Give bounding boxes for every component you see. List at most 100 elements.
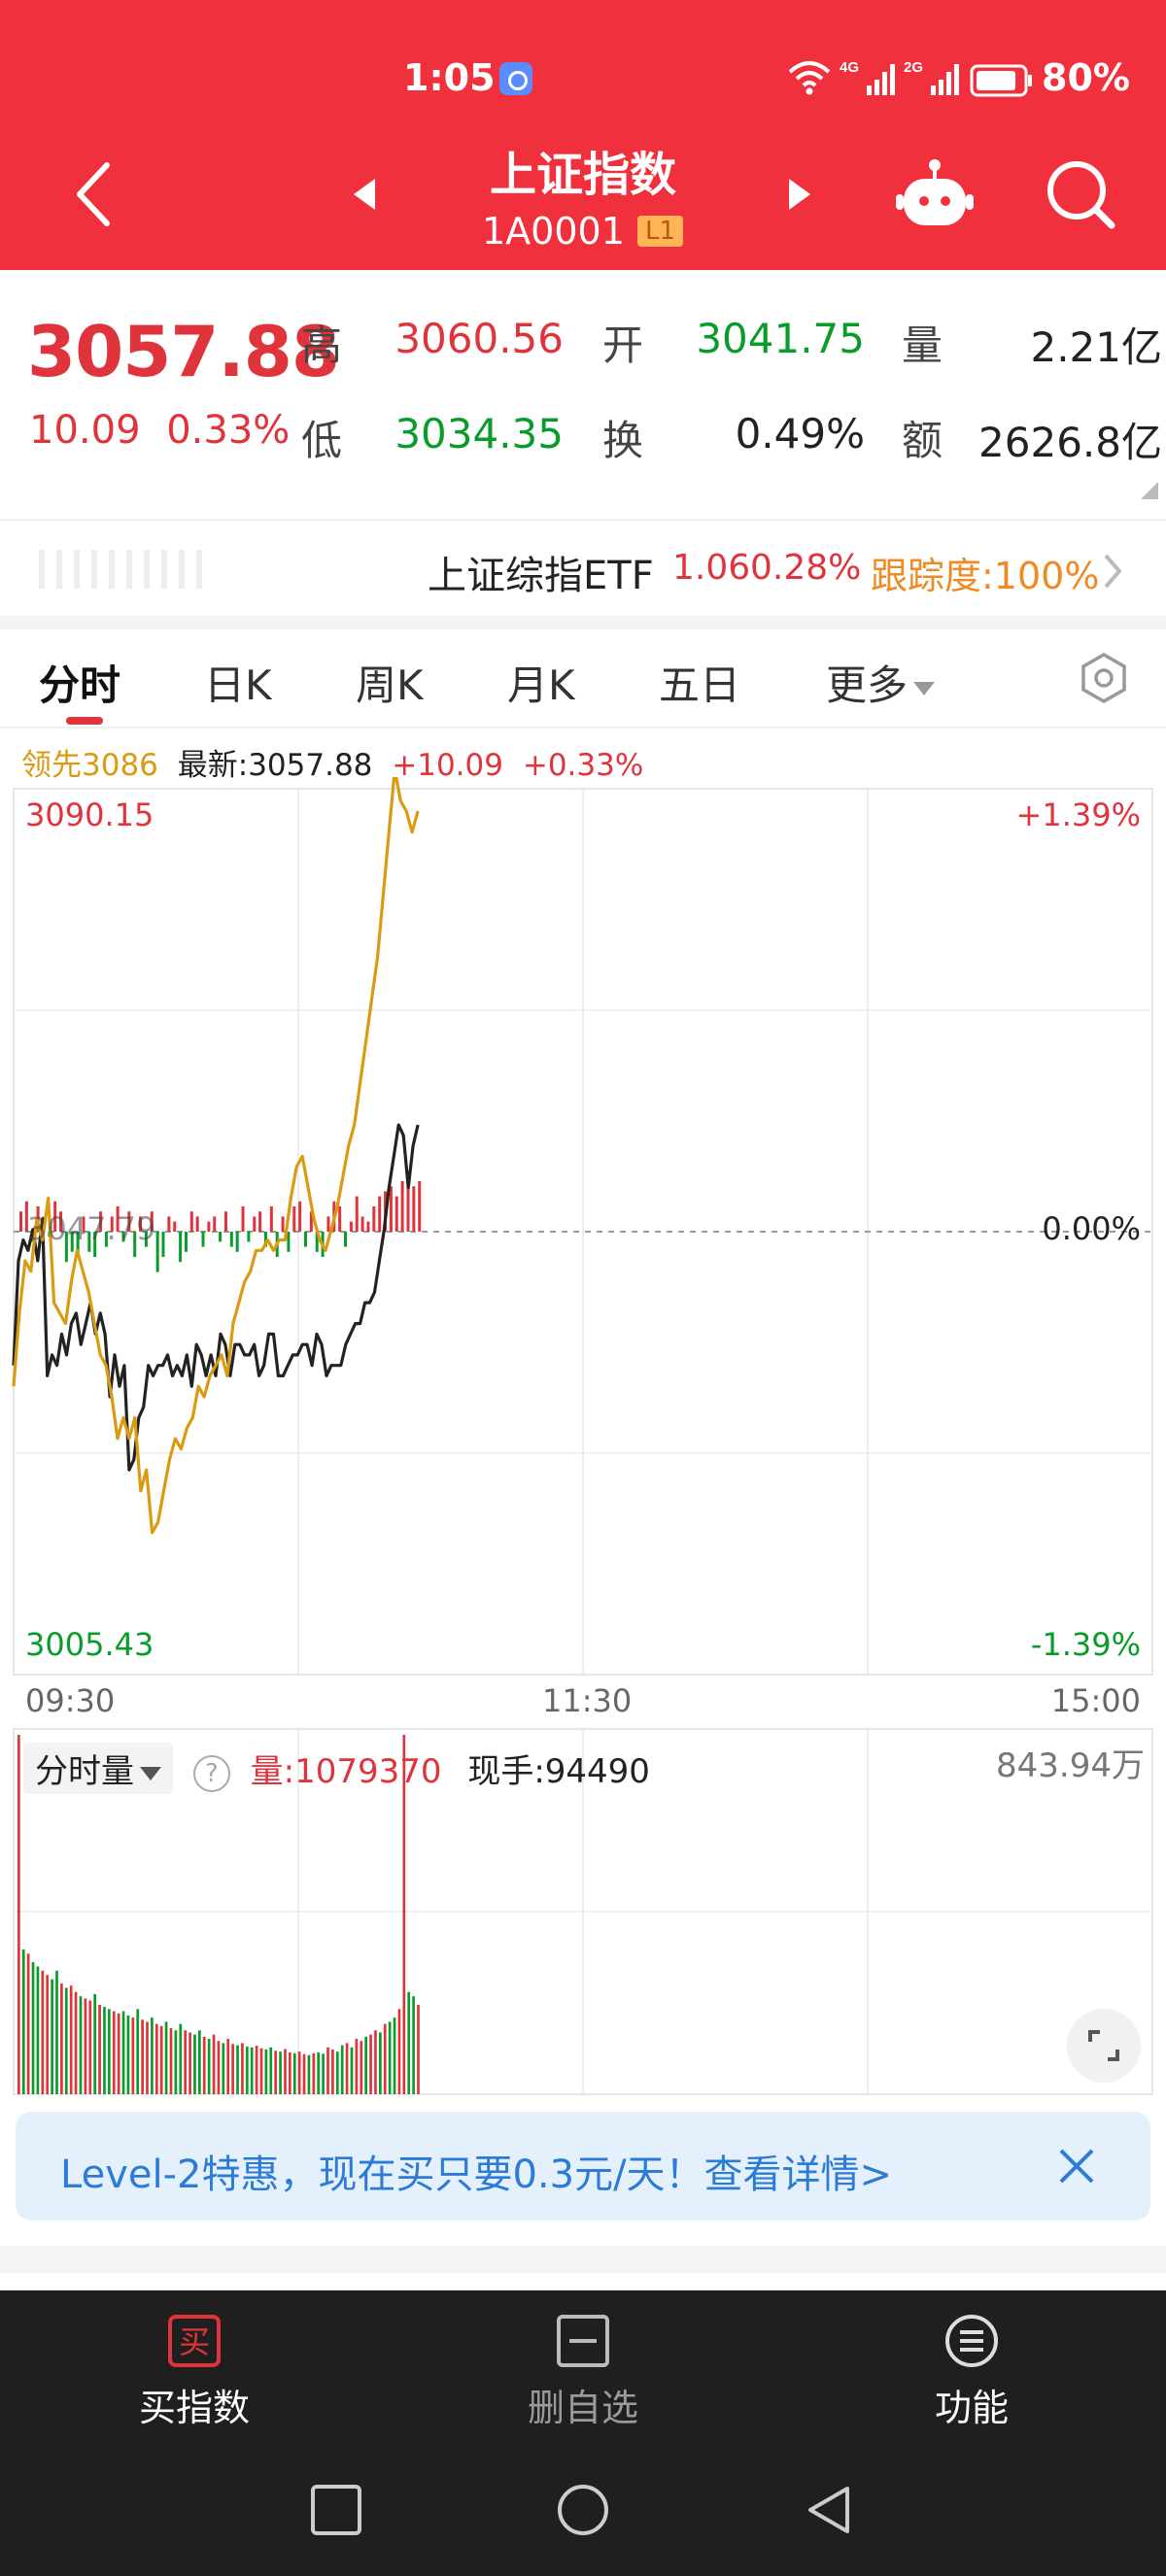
status-bar: 1:05 4G 2G 80% <box>0 51 1166 109</box>
trend-bar-28 <box>179 1232 183 1263</box>
trend-bar-36 <box>223 1211 227 1232</box>
price-change: 10.09 0.33% <box>29 408 290 453</box>
price-line <box>12 1123 420 1472</box>
tab-weekly-k[interactable]: 周K <box>356 653 424 712</box>
tab-intraday[interactable]: 分时 <box>39 653 120 712</box>
sync-icon <box>499 62 532 95</box>
status-time: 1:05 <box>403 56 496 99</box>
volume-bar-6 <box>46 1975 50 2094</box>
back-arrow-icon[interactable] <box>68 155 126 233</box>
remove-watchlist-button[interactable]: 删自选 <box>466 2314 700 2431</box>
robot-assistant-icon[interactable] <box>894 157 976 231</box>
fullscreen-icon[interactable] <box>1067 2009 1141 2083</box>
low-label: 低 <box>301 417 343 464</box>
trend-bar-25 <box>161 1232 165 1257</box>
etf-tracking: 跟踪度:100% <box>871 555 1100 597</box>
volume-bar-32 <box>169 2028 173 2094</box>
volume-bar-57 <box>289 2052 292 2094</box>
pct-max-label: +1.39% <box>1015 797 1141 833</box>
volume-bar-1 <box>21 1949 25 2094</box>
volume-bar-64 <box>322 2053 325 2094</box>
system-back-icon[interactable] <box>803 2483 857 2537</box>
tab-more[interactable]: 更多 <box>826 653 936 712</box>
volume-bar-42 <box>217 2041 221 2094</box>
promo-banner[interactable]: Level-2特惠，现在买只要0.3元/天！查看详情> <box>16 2112 1150 2220</box>
volume-bar-13 <box>79 1996 83 2094</box>
volume-bar-5 <box>41 1970 45 2094</box>
tab-five-day[interactable]: 五日 <box>659 653 740 712</box>
volume-selector-label: 分时量 <box>35 1752 134 1791</box>
trend-bar-34 <box>213 1216 217 1232</box>
volume-bar-61 <box>307 2054 311 2094</box>
trend-bar-26 <box>167 1216 171 1232</box>
close-icon[interactable] <box>1055 2145 1098 2187</box>
volume-bar-24 <box>131 2017 135 2094</box>
etf-row[interactable]: 上证综指ETF 1.06 0.28% 跟踪度:100% <box>0 519 1166 616</box>
turnover-label: 换 <box>602 417 644 464</box>
trend-bar-24 <box>155 1232 159 1272</box>
expand-corner-icon[interactable] <box>1141 482 1158 499</box>
next-stock-icon[interactable] <box>785 175 814 214</box>
volume-bar-47 <box>241 2043 244 2094</box>
volume-bar-80 <box>397 2009 401 2094</box>
trend-bar-30 <box>189 1211 193 1232</box>
volume-bar-9 <box>60 1983 63 2094</box>
volume-bar-52 <box>264 2049 268 2094</box>
y-max-label: 3090.15 <box>25 797 154 833</box>
trend-bar-0 <box>19 1211 22 1232</box>
volume-bar-4 <box>36 1966 40 2094</box>
help-icon[interactable]: ? <box>192 1754 230 1792</box>
trend-bar-42 <box>258 1211 262 1232</box>
time-mid-label: 11:30 <box>542 1682 633 1719</box>
volume-bar-3 <box>31 1962 35 2094</box>
pct-zero-label: 0.00% <box>1042 1210 1141 1247</box>
volume-bar-22 <box>121 2011 125 2094</box>
tab-more-label: 更多 <box>826 661 909 709</box>
volume-bar-19 <box>108 2009 111 2094</box>
promo-text: Level-2特惠，现在买只要0.3元/天！查看详情> <box>60 2152 893 2197</box>
high-value: 3060.56 <box>394 315 564 362</box>
tab-daily-k[interactable]: 日K <box>204 653 272 712</box>
volume-bar-7 <box>51 1979 53 2094</box>
volume-bar-45 <box>231 2044 234 2094</box>
volume-bar-84 <box>417 2004 420 2094</box>
level-badge[interactable]: L1 <box>637 216 684 247</box>
chevron-right-icon <box>1104 554 1122 589</box>
volume-bar-54 <box>274 2051 278 2094</box>
search-icon[interactable] <box>1042 155 1119 233</box>
trend-bar-44 <box>269 1206 273 1232</box>
previous-stock-icon[interactable] <box>350 175 379 214</box>
settings-icon[interactable] <box>1079 653 1129 703</box>
volume-bar-41 <box>212 2034 216 2094</box>
recent-apps-icon[interactable] <box>309 2483 363 2537</box>
amount-value: 2626.8亿 <box>978 419 1162 466</box>
volume-bar-18 <box>103 2007 106 2094</box>
buy-icon-char: 买 <box>179 2323 210 2360</box>
etf-percent: 0.28% <box>750 548 862 588</box>
volume-bar-29 <box>154 2023 158 2094</box>
volume-bar-15 <box>88 2000 92 2094</box>
intraday-chart[interactable] <box>0 777 1166 2118</box>
trend-bar-33 <box>207 1221 211 1232</box>
volume-bar-62 <box>312 2052 316 2094</box>
volume-total: 量:1079370 <box>250 1752 442 1791</box>
volume-bar-68 <box>340 2045 344 2094</box>
trend-bar-35 <box>219 1232 223 1242</box>
volume-bar-78 <box>388 2021 392 2094</box>
home-icon[interactable] <box>556 2483 610 2537</box>
volume-bar-36 <box>189 2032 191 2094</box>
minus-box-icon <box>557 2315 609 2367</box>
prev-close-label: 3047.79 <box>27 1210 156 1247</box>
divider <box>0 616 1166 629</box>
trend-bar-65 <box>389 1186 393 1232</box>
buy-index-button[interactable]: 买 买指数 <box>78 2314 311 2431</box>
tab-monthly-k[interactable]: 月K <box>507 653 575 712</box>
volume-bar-77 <box>383 2023 387 2094</box>
volume-bar-21 <box>117 2013 120 2094</box>
y-min-label: 3005.43 <box>25 1626 154 1663</box>
volume-bar-53 <box>269 2047 273 2094</box>
volume-bar-50 <box>255 2046 258 2094</box>
functions-button[interactable]: 功能 <box>855 2314 1088 2431</box>
volume-selector[interactable]: 分时量 <box>23 1743 173 1794</box>
current-price: 3057.88 <box>27 311 340 392</box>
